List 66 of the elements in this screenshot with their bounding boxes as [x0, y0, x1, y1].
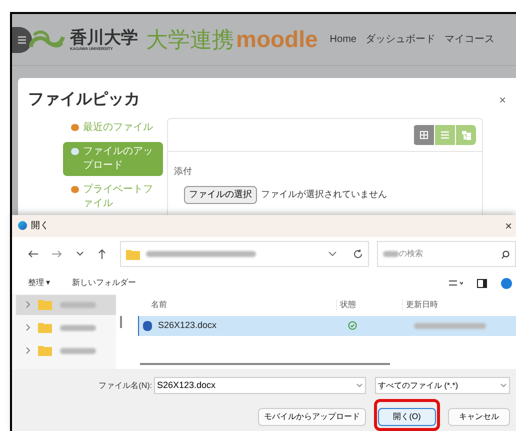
- chevron-right-icon: [26, 301, 30, 308]
- refresh-icon[interactable]: [353, 249, 363, 260]
- repository-label: プライベートファイル: [83, 183, 154, 211]
- nav-link[interactable]: マイコース: [444, 32, 494, 47]
- search-placeholder: の検索: [399, 248, 423, 260]
- chevron-down-icon[interactable]: [76, 251, 84, 258]
- dialog-button[interactable]: キャンセル: [448, 408, 510, 426]
- chevron-down-icon: [356, 383, 363, 388]
- folder-icon: [126, 248, 140, 260]
- horizontal-scrollbar[interactable]: [140, 363, 390, 365]
- column-header[interactable]: 状態: [337, 298, 403, 311]
- folder-icon: [38, 345, 52, 356]
- file-row[interactable]: S26X123.docx: [138, 316, 516, 336]
- blurred-text: [60, 302, 96, 308]
- folder-icon: [38, 299, 52, 310]
- menu-button[interactable]: [12, 26, 32, 52]
- tree-icon: [462, 130, 470, 140]
- preview-pane-icon[interactable]: [477, 278, 487, 288]
- help-icon[interactable]: [501, 278, 512, 289]
- blurred-text: [383, 251, 399, 258]
- logo-title: 香川大学: [70, 28, 138, 46]
- search-icon: [501, 250, 510, 259]
- view-button[interactable]: [413, 125, 434, 145]
- check-circle-icon: [348, 321, 357, 330]
- scrollbar-thumb[interactable]: [120, 316, 122, 328]
- file-type-select[interactable]: すべてのファイル (*.*): [375, 377, 510, 394]
- chevron-right-icon: [26, 324, 30, 332]
- browser-icon: [18, 221, 27, 230]
- file-name-label: ファイル名(N):: [98, 380, 152, 392]
- view-options-icon[interactable]: [449, 280, 463, 286]
- moodle-logo: moodle: [236, 28, 318, 51]
- menu-icon: [18, 36, 26, 44]
- nav-link[interactable]: ダッシュボード: [365, 32, 436, 47]
- repository-label: 最近のファイル: [83, 121, 153, 135]
- file-name-field[interactable]: S26X123.docx: [154, 377, 366, 394]
- chevron-down-icon: [500, 383, 507, 388]
- modal-title: ファイルピッカ: [28, 90, 140, 110]
- column-header[interactable]: 名前: [126, 298, 337, 311]
- command-button[interactable]: 新しいフォルダー: [72, 277, 136, 290]
- attachment-label: 添付: [174, 166, 192, 176]
- close-button[interactable]: ×: [498, 91, 506, 109]
- back-icon[interactable]: [28, 250, 38, 258]
- folder-icon: [38, 322, 52, 334]
- dialog-button[interactable]: モバイルからアップロード: [258, 408, 366, 426]
- file-name: S26X123.docx: [157, 319, 218, 332]
- list-icon: [441, 131, 449, 139]
- column-header[interactable]: 更新日時: [403, 298, 438, 311]
- site-brand: 大学連携: [146, 26, 234, 54]
- nav-link[interactable]: Home: [330, 32, 356, 47]
- up-icon[interactable]: [98, 249, 106, 260]
- command-button[interactable]: 整理 ▾: [28, 277, 50, 290]
- search-field[interactable]: の検索: [377, 241, 516, 268]
- blurred-text: [414, 322, 486, 329]
- choose-file-button[interactable]: ファイルの選択: [184, 186, 257, 204]
- chevron-down-icon: [328, 251, 337, 258]
- dialog-button[interactable]: 開く(O): [378, 408, 436, 426]
- forward-icon[interactable]: [52, 250, 62, 258]
- dialog-title: 開く: [31, 219, 49, 232]
- blurred-text: [60, 324, 96, 331]
- repository-label: ファイルのアップロード: [83, 145, 154, 173]
- chevron-right-icon: [26, 347, 30, 354]
- close-button[interactable]: ×: [504, 216, 512, 235]
- grid-icon: [420, 131, 428, 139]
- no-file-text: ファイルが選択されていません: [261, 188, 387, 201]
- blurred-text: [60, 348, 96, 354]
- folder-tree-item[interactable]: [16, 294, 116, 315]
